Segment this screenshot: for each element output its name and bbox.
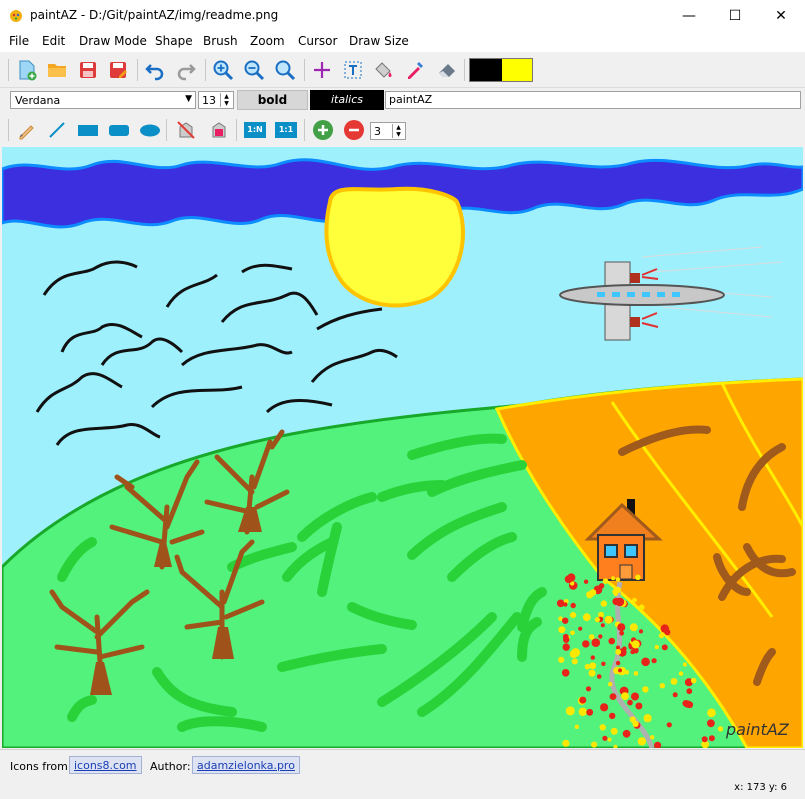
color-picker-icon[interactable] bbox=[402, 57, 428, 83]
menu-edit[interactable]: Edit bbox=[42, 34, 65, 48]
font-size-value: 13 bbox=[202, 94, 216, 107]
shape-toolbar: 1:N 1:1 3 ▲ ▼ bbox=[0, 115, 805, 146]
toolbar-separator bbox=[205, 59, 206, 81]
fill-bucket-icon[interactable] bbox=[370, 57, 396, 83]
toolbar-separator bbox=[8, 59, 9, 81]
ratio-1-1-button[interactable]: 1:1 bbox=[273, 117, 299, 143]
menu-cursor[interactable]: Cursor bbox=[298, 34, 337, 48]
draw-size-value: 3 bbox=[374, 125, 381, 138]
cursor-position: x: 173 y: 6 bbox=[734, 782, 787, 793]
app-logo-icon bbox=[10, 10, 22, 22]
canvas-watermark: paintAZ bbox=[725, 720, 790, 739]
toolbar-separator bbox=[8, 119, 9, 141]
menu-draw-mode[interactable]: Draw Mode bbox=[79, 34, 147, 48]
main-toolbar bbox=[0, 53, 805, 88]
maximize-button[interactable]: ☐ bbox=[712, 0, 758, 31]
minimize-button[interactable]: — bbox=[666, 0, 712, 31]
crosshair-icon[interactable] bbox=[309, 57, 335, 83]
toolbar-separator bbox=[236, 119, 237, 141]
undo-icon[interactable] bbox=[142, 57, 168, 83]
bold-button[interactable]: bold bbox=[237, 90, 308, 110]
zoom-in-icon[interactable] bbox=[210, 57, 236, 83]
toolbar-separator bbox=[464, 59, 465, 81]
font-select-value: Verdana bbox=[15, 94, 61, 107]
status-bar: Icons from: icons8.com Author: adamzielo… bbox=[0, 749, 805, 799]
text-input[interactable]: paintAZ bbox=[385, 91, 801, 109]
spin-arrows-icon[interactable]: ▲ ▼ bbox=[220, 93, 232, 107]
zoom-fit-icon[interactable] bbox=[272, 57, 298, 83]
menu-bar: File Edit Draw Mode Shape Brush Zoom Cur… bbox=[0, 31, 805, 52]
rounded-rectangle-tool-icon[interactable] bbox=[106, 117, 132, 143]
author-link[interactable]: adamzielonka.pro bbox=[192, 756, 300, 774]
primary-color-swatch[interactable] bbox=[470, 59, 502, 81]
ratio-1-n-button[interactable]: 1:N bbox=[242, 117, 268, 143]
no-fill-bucket-icon[interactable] bbox=[173, 117, 199, 143]
toolbar-separator bbox=[304, 119, 305, 141]
font-size-stepper[interactable]: 13 ▲ ▼ bbox=[198, 91, 234, 109]
color-swatches bbox=[469, 58, 533, 82]
title-bar: paintAZ - D:/Git/paintAZ/img/readme.png … bbox=[0, 0, 805, 31]
menu-zoom[interactable]: Zoom bbox=[250, 34, 285, 48]
author-label: Author: bbox=[150, 760, 191, 773]
window-title: paintAZ - D:/Git/paintAZ/img/readme.png bbox=[30, 8, 279, 22]
save-as-icon[interactable] bbox=[105, 57, 131, 83]
text-tool-icon[interactable] bbox=[340, 57, 366, 83]
save-icon[interactable] bbox=[75, 57, 101, 83]
canvas-drawing: paintAZ bbox=[0, 147, 805, 750]
drawing-canvas[interactable]: paintAZ bbox=[0, 147, 805, 750]
line-tool-icon[interactable] bbox=[44, 117, 70, 143]
toolbar-separator bbox=[304, 59, 305, 81]
toolbar-separator bbox=[137, 59, 138, 81]
spin-arrows-icon[interactable]: ▲ ▼ bbox=[392, 124, 404, 138]
italics-button[interactable]: italics bbox=[310, 90, 384, 110]
menu-brush[interactable]: Brush bbox=[203, 34, 238, 48]
draw-size-stepper[interactable]: 3 ▲ ▼ bbox=[370, 122, 406, 140]
secondary-color-swatch[interactable] bbox=[502, 59, 532, 81]
menu-file[interactable]: File bbox=[9, 34, 29, 48]
toolbar-separator bbox=[166, 119, 167, 141]
redo-icon[interactable] bbox=[173, 57, 199, 83]
increase-size-icon[interactable] bbox=[310, 117, 336, 143]
font-select[interactable]: Verdana ▼ bbox=[10, 91, 196, 109]
icons-from-label: Icons from: bbox=[10, 760, 72, 773]
rectangle-tool-icon[interactable] bbox=[75, 117, 101, 143]
open-folder-icon[interactable] bbox=[44, 57, 70, 83]
pencil-icon[interactable] bbox=[14, 117, 40, 143]
fill-shape-icon[interactable] bbox=[205, 117, 231, 143]
zoom-out-icon[interactable] bbox=[241, 57, 267, 83]
new-file-icon[interactable] bbox=[14, 57, 40, 83]
decrease-size-icon[interactable] bbox=[341, 117, 367, 143]
menu-draw-size[interactable]: Draw Size bbox=[349, 34, 409, 48]
eraser-icon[interactable] bbox=[434, 57, 460, 83]
text-toolbar: Verdana ▼ 13 ▲ ▼ bold italics paintAZ bbox=[0, 88, 805, 113]
ellipse-tool-icon[interactable] bbox=[137, 117, 163, 143]
menu-shape[interactable]: Shape bbox=[155, 34, 193, 48]
icons8-link[interactable]: icons8.com bbox=[69, 756, 142, 774]
chevron-down-icon: ▼ bbox=[185, 94, 192, 104]
close-button[interactable]: ✕ bbox=[758, 0, 804, 31]
ratio-1-n-label: 1:N bbox=[244, 122, 266, 138]
ratio-1-1-label: 1:1 bbox=[275, 122, 297, 138]
